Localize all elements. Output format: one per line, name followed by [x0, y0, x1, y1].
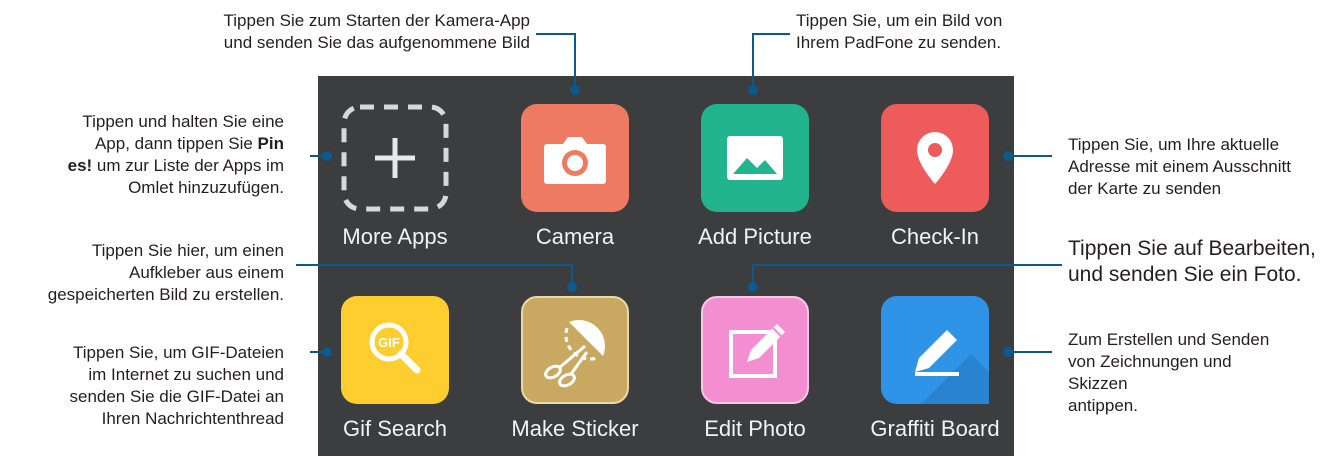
note-more-apps-pin-bold: Pin: [257, 134, 284, 153]
note-gif-search: Tippen Sie, um GIF-Dateien im Internet z…: [20, 342, 284, 430]
edit-photo-tile[interactable]: [701, 296, 809, 404]
note-graffiti: Zum Erstellen und Senden von Zeichnungen…: [1068, 329, 1338, 417]
note-gif-search-line4: Ihren Nachrichtenthread: [101, 409, 284, 428]
more-apps-tile[interactable]: [341, 104, 449, 212]
app-label-graffiti-board: Graffiti Board: [870, 416, 1000, 441]
note-more-apps-es-bold: es!: [67, 156, 93, 175]
note-graffiti-line3: Skizzen: [1068, 374, 1128, 393]
note-edit-photo: Tippen Sie auf Bearbeiten, und senden Si…: [1068, 236, 1340, 288]
note-more-apps-line2-text: App, dann tippen Sie: [94, 134, 258, 153]
app-label-more-apps: More Apps: [342, 224, 448, 249]
note-gif-search-line1: Tippen Sie, um GIF-Dateien: [72, 343, 284, 362]
app-label-edit-photo: Edit Photo: [704, 416, 806, 441]
make-sticker-tile[interactable]: [521, 296, 629, 404]
note-add-picture-line1: Tippen Sie, um ein Bild von: [796, 11, 1003, 30]
app-label-check-in: Check-In: [890, 224, 980, 249]
pencil-edit-icon: [729, 324, 785, 378]
note-more-apps-line4: Omlet hinzuzufügen.: [128, 178, 284, 197]
location-pin-icon: [917, 132, 953, 184]
note-graffiti-line2: von Zeichnungen und: [1068, 352, 1232, 371]
note-camera: Tippen Sie zum Starten der Kamera-App un…: [160, 10, 530, 54]
note-make-sticker-line1: Tippen Sie hier, um einen: [91, 241, 284, 260]
note-edit-photo-line2: und senden Sie ein Foto.: [1068, 263, 1302, 286]
gif-search-tile[interactable]: GIF: [341, 296, 449, 404]
note-more-apps-line3-text: um zur Liste der Apps im: [92, 156, 284, 175]
svg-text:GIF: GIF: [378, 335, 400, 350]
app-label-make-sticker: Make Sticker: [511, 416, 639, 441]
note-check-in-line3: der Karte zu senden: [1068, 179, 1222, 198]
gif-search-icon: GIF: [369, 322, 421, 374]
note-gif-search-line2: im Internet zu suchen und: [88, 365, 284, 384]
note-make-sticker-line2: Aufkleber aus einem: [129, 263, 284, 282]
note-make-sticker: Tippen Sie hier, um einen Aufkleber aus …: [4, 240, 284, 306]
note-make-sticker-line3: gespeicherten Bild zu erstellen.: [47, 285, 284, 304]
graffiti-pen-icon: [915, 330, 989, 404]
note-camera-line2: und senden Sie das aufgenommene Bild: [223, 33, 530, 52]
note-more-apps-line1: Tippen und halten Sie eine: [82, 112, 284, 131]
note-edit-photo-line1: Tippen Sie auf Bearbeiten,: [1068, 237, 1316, 260]
note-more-apps: Tippen und halten Sie eine App, dann tip…: [20, 111, 284, 199]
graffiti-board-tile[interactable]: [881, 296, 989, 404]
note-check-in-line2: Adresse mit einem Ausschnitt: [1068, 157, 1291, 176]
note-check-in: Tippen Sie, um Ihre aktuelle Adresse mit…: [1068, 134, 1338, 200]
note-camera-line1: Tippen Sie zum Starten der Kamera-App: [223, 11, 530, 30]
note-check-in-line1: Tippen Sie, um Ihre aktuelle: [1068, 135, 1280, 154]
check-in-tile[interactable]: [881, 104, 989, 212]
app-label-add-picture: Add Picture: [698, 224, 812, 249]
note-add-picture-line2: Ihrem PadFone zu senden.: [796, 33, 1002, 52]
note-more-apps-line2: App, dann tippen Sie Pin: [20, 133, 284, 155]
app-label-camera: Camera: [535, 224, 615, 249]
scissors-sticker-icon: [544, 320, 605, 388]
picture-icon: [727, 136, 783, 180]
note-graffiti-line1: Zum Erstellen und Senden: [1068, 330, 1270, 349]
note-gif-search-line3: senden Sie die GIF-Datei an: [69, 387, 284, 406]
app-label-gif-search: Gif Search: [343, 416, 447, 441]
plus-icon: [341, 104, 449, 212]
note-more-apps-line3: es! um zur Liste der Apps im: [20, 155, 284, 177]
add-picture-tile[interactable]: [701, 104, 809, 212]
camera-tile[interactable]: [521, 104, 629, 212]
camera-icon: [544, 137, 606, 184]
note-graffiti-line4: antippen.: [1068, 396, 1138, 415]
note-add-picture: Tippen Sie, um ein Bild von Ihrem PadFon…: [796, 10, 1056, 54]
